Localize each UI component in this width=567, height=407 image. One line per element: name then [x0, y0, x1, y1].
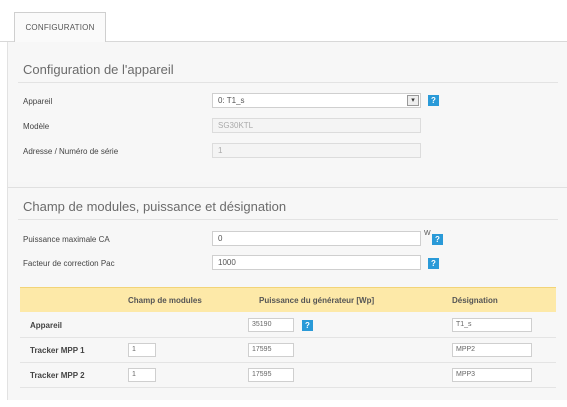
- max-power-input[interactable]: 0: [212, 231, 421, 246]
- help-icon[interactable]: ?: [428, 258, 439, 269]
- table-row: Appareil 35190 ? T1_s: [20, 313, 556, 338]
- model-label: Modèle: [23, 122, 50, 131]
- designation-input[interactable]: T1_s: [452, 318, 532, 332]
- correction-factor-input[interactable]: 1000: [212, 255, 421, 270]
- module-field-input[interactable]: 1: [128, 368, 156, 382]
- row-label: Tracker MPP 1: [30, 346, 85, 355]
- designation-input[interactable]: MPP3: [452, 368, 532, 382]
- address-label: Adresse / Numéro de série: [23, 147, 119, 156]
- help-icon[interactable]: ?: [432, 234, 443, 245]
- device-select[interactable]: 0: T1_s ▾: [212, 93, 421, 108]
- table-row: Tracker MPP 2 1 17595 MPP3: [20, 363, 556, 388]
- correction-factor-label: Facteur de correction Pac: [23, 259, 115, 268]
- model-field: SG30KTL: [212, 118, 421, 133]
- device-configuration-section: Configuration de l'appareil Appareil 0: …: [8, 42, 567, 182]
- generator-power-input[interactable]: 17595: [248, 343, 294, 357]
- table-header: Champ de modules Puissance du générateur…: [20, 287, 556, 312]
- table-row: Tracker MPP 1 1 17595 MPP2: [20, 338, 556, 363]
- device-select-value: 0: T1_s: [218, 96, 245, 105]
- generator-power-input[interactable]: 35190: [248, 318, 294, 332]
- row-label: Tracker MPP 2: [30, 371, 85, 380]
- module-field-input[interactable]: 1: [128, 343, 156, 357]
- help-icon[interactable]: ?: [302, 320, 313, 331]
- tab-bar: CONFIGURATION: [0, 0, 567, 43]
- address-field: 1: [212, 143, 421, 158]
- designation-input[interactable]: MPP2: [452, 343, 532, 357]
- section-title-modules: Champ de modules, puissance et désignati…: [23, 199, 287, 214]
- max-power-label: Puissance maximale CA: [23, 235, 110, 244]
- column-header: Champ de modules: [128, 296, 202, 305]
- section-divider: [18, 82, 558, 83]
- chevron-down-icon[interactable]: ▾: [407, 95, 419, 106]
- section-divider: [18, 219, 558, 220]
- configuration-panel: Configuration de l'appareil Appareil 0: …: [7, 42, 567, 400]
- unit-label: W: [424, 230, 431, 237]
- column-header: Désignation: [452, 296, 498, 305]
- row-label: Appareil: [30, 321, 63, 330]
- device-label: Appareil: [23, 97, 53, 106]
- column-header: Puissance du générateur [Wp]: [259, 296, 375, 305]
- section-title-device: Configuration de l'appareil: [23, 62, 174, 77]
- tab-configuration[interactable]: CONFIGURATION: [14, 12, 106, 43]
- help-icon[interactable]: ?: [428, 95, 439, 106]
- generator-power-input[interactable]: 17595: [248, 368, 294, 382]
